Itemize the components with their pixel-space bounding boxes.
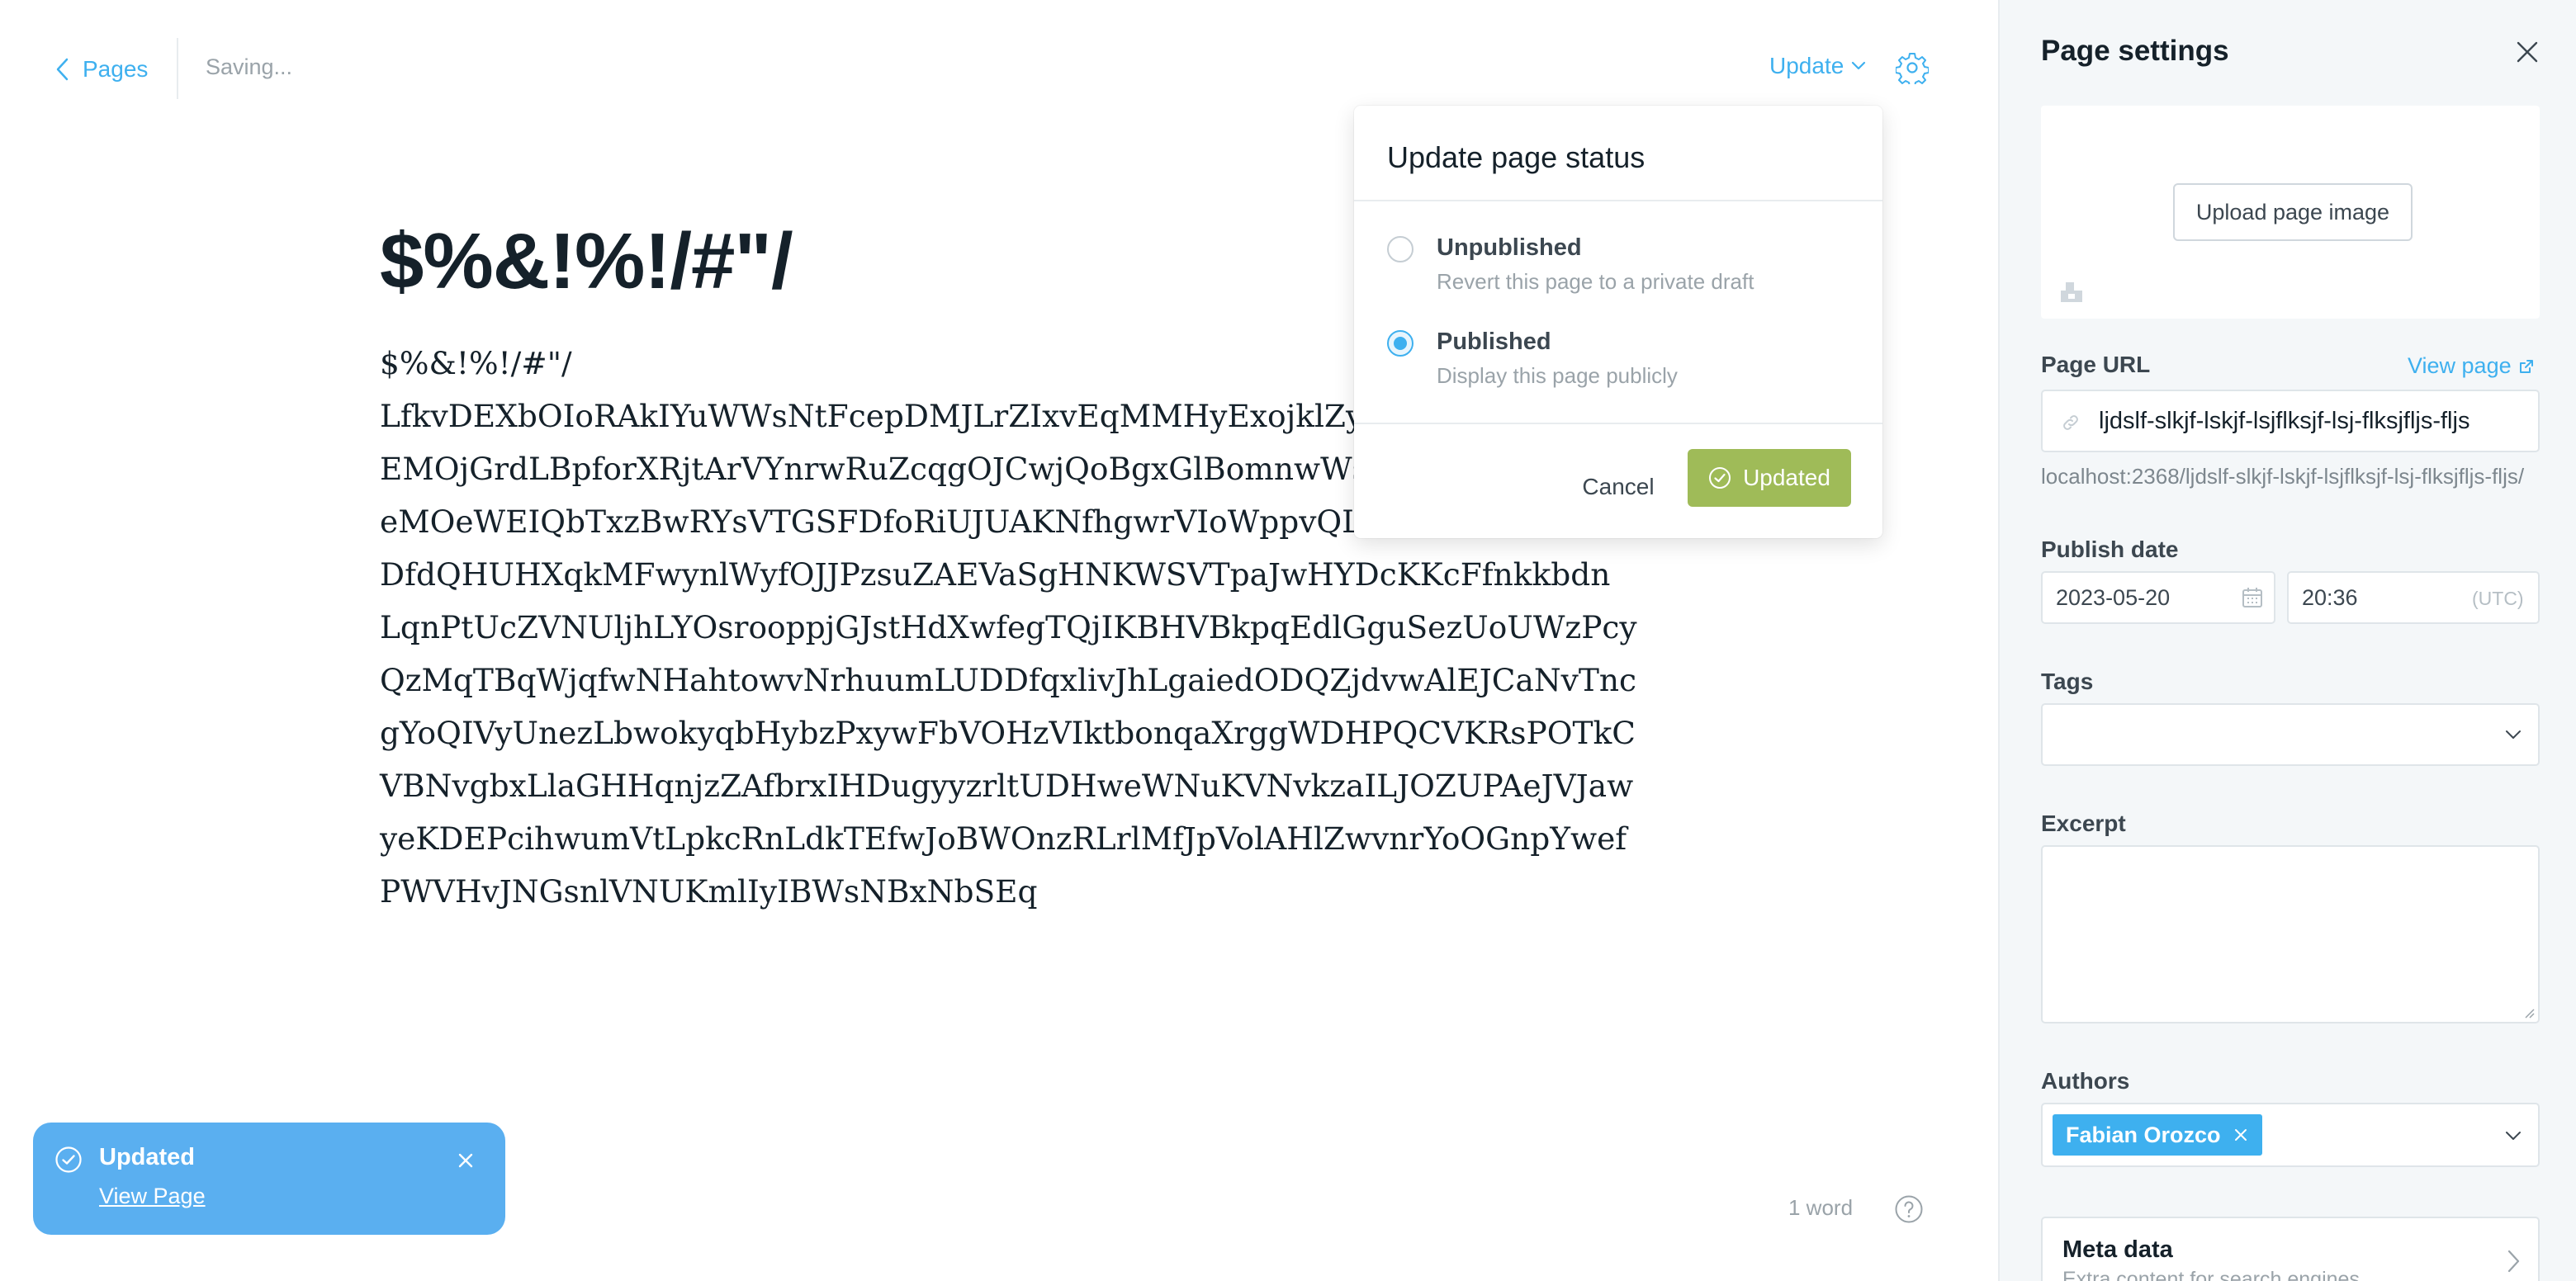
external-link-icon: [2519, 359, 2533, 373]
option-label: Unpublished: [1437, 234, 1582, 261]
status-option-published[interactable]: Published Display this page publicly: [1387, 329, 1849, 403]
url-preview: localhost:2368/ljdslf-slkjf-lskjf-lsjflk…: [2041, 464, 2525, 489]
page-url-field[interactable]: [2041, 390, 2540, 452]
tags-label: Tags: [2041, 669, 2094, 694]
meta-data-section[interactable]: Meta data Extra content for search engin…: [2041, 1217, 2540, 1281]
option-description: Revert this page to a private draft: [1437, 269, 1754, 294]
gear-icon: [1895, 53, 1930, 87]
page-url-label: Page URL: [2041, 352, 2151, 377]
meta-data-description: Extra content for search engines: [2062, 1268, 2360, 1281]
toast-close-button[interactable]: [456, 1151, 476, 1170]
chevron-left-icon: [56, 58, 69, 81]
chevron-down-icon: [2506, 730, 2521, 739]
option-description: Display this page publicly: [1437, 363, 1678, 388]
back-link-label: Pages: [83, 56, 149, 82]
close-icon[interactable]: [2233, 1127, 2249, 1143]
calendar-icon[interactable]: [2241, 586, 2264, 609]
cancel-button[interactable]: Cancel: [1574, 462, 1663, 512]
excerpt-label: Excerpt: [2041, 811, 2126, 836]
excerpt-textarea[interactable]: [2043, 847, 2538, 1022]
body-line: yeKDEPcihwumVtLpkcRnLdkTEfwJoBWOnzRLrlMf…: [380, 820, 1627, 857]
body-line: gYoQIVyUnezLbwokyqbHybzPxywFbVOHzVIktbon…: [380, 715, 1636, 751]
publish-date-field[interactable]: [2041, 571, 2275, 624]
chevron-right-icon: [2507, 1250, 2520, 1273]
author-name: Fabian Orozco: [2066, 1122, 2221, 1147]
body-line: LqnPtUcZVNUljhLYOsrooppjGJstHdXwfegTQjIK…: [380, 609, 1637, 645]
popover-title: Update page status: [1387, 140, 1646, 174]
word-count: 1 word: [1788, 1195, 1854, 1220]
page-url-input[interactable]: [2099, 391, 2536, 451]
upload-page-image-button[interactable]: Upload page image: [2173, 183, 2413, 241]
meta-data-title: Meta data: [2062, 1236, 2173, 1263]
check-circle-icon: [55, 1146, 82, 1173]
toast-title: Updated: [99, 1144, 195, 1170]
resize-grip-icon[interactable]: [2522, 1005, 2535, 1019]
view-page-link[interactable]: View Page: [99, 1184, 206, 1209]
authors-select[interactable]: Fabian Orozco: [2041, 1103, 2540, 1167]
chevron-down-icon: [1852, 61, 1866, 70]
update-status-popover: Update page status Unpublished Revert th…: [1354, 106, 1882, 538]
author-token: Fabian Orozco: [2053, 1114, 2262, 1156]
close-settings-button[interactable]: [2515, 40, 2540, 64]
publish-time-field[interactable]: (UTC): [2287, 571, 2540, 624]
body-line: PWVHvJNGsnlVNUKmlIyIBWsNBxNbSEq: [380, 873, 1038, 910]
view-page-label: View page: [2408, 353, 2512, 378]
panel-title: Page settings: [2041, 35, 2229, 67]
save-status: Saving...: [206, 54, 293, 79]
body-line: DfdQHUHXqkMFwynlWyfOJJPzsuZAEVaSgHNKWSVT…: [380, 556, 1611, 593]
close-icon: [458, 1153, 473, 1168]
update-label: Update: [1769, 53, 1844, 78]
authors-label: Authors: [2041, 1068, 2130, 1094]
status-option-unpublished[interactable]: Unpublished Revert this page to a privat…: [1387, 234, 1849, 309]
option-label: Published: [1437, 329, 1551, 355]
published-radio[interactable]: [1387, 330, 1413, 357]
back-to-pages-link[interactable]: Pages: [54, 53, 148, 86]
image-icon: [2061, 282, 2082, 302]
publish-date-input[interactable]: [2056, 573, 2237, 622]
page-title[interactable]: $%&!%!/#"/: [380, 216, 793, 307]
topbar-divider: [177, 38, 178, 99]
help-icon: [1895, 1195, 1923, 1223]
body-line: VBNvgbxLlaGHHqnjzZAfbrxIHDugyyzrltUDHweW…: [380, 768, 1634, 804]
body-line: QzMqTBqWjqfwNHahtowvNrhuumLUDDfqxlivJhLg…: [380, 662, 1636, 698]
popover-divider: [1354, 200, 1882, 201]
settings-menu-toggle[interactable]: [1895, 51, 1930, 87]
page-image-uploader: Upload page image: [2041, 106, 2540, 319]
link-icon: [2063, 415, 2078, 430]
page-settings-panel: Page settings Upload page image Page URL…: [1998, 0, 2576, 1281]
update-dropdown-trigger[interactable]: Update: [1769, 53, 1867, 79]
close-icon: [2517, 41, 2538, 63]
updated-button[interactable]: Updated: [1688, 449, 1851, 507]
view-page-link[interactable]: View page: [2408, 353, 2535, 379]
unpublished-radio[interactable]: [1387, 236, 1413, 262]
timezone-label: (UTC): [2472, 588, 2524, 609]
excerpt-field[interactable]: [2041, 845, 2540, 1023]
publish-time-input[interactable]: [2302, 573, 2451, 622]
popover-divider: [1354, 423, 1882, 424]
publish-date-label: Publish date: [2041, 537, 2179, 562]
notification-toast: Updated View Page: [33, 1123, 505, 1235]
chevron-down-icon: [2506, 1132, 2521, 1140]
updated-button-label: Updated: [1743, 465, 1830, 490]
help-button[interactable]: [1894, 1194, 1924, 1224]
check-circle-icon: [1709, 467, 1731, 489]
tags-select[interactable]: [2041, 703, 2540, 766]
